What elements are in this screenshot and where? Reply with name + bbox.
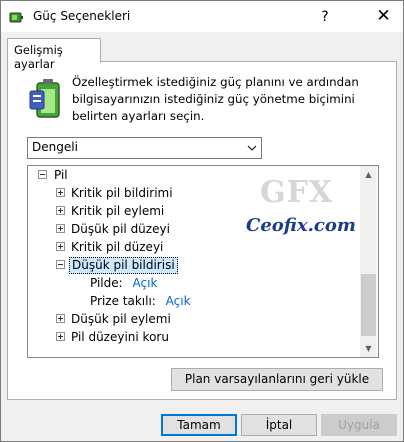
tree-item-label: Kritik pil bildirimi (71, 186, 173, 200)
expand-icon[interactable] (56, 224, 65, 233)
expand-icon[interactable] (56, 188, 65, 197)
battery-icon (29, 79, 60, 118)
title-bar: Güç Seçenekleri ? ✕ (1, 1, 403, 32)
scroll-thumb[interactable] (361, 274, 376, 336)
setting-label: Prize takılı: (90, 294, 156, 308)
tree-item-label: Pil düzeyini koru (71, 330, 169, 344)
description-text: Özelleştirmek istediğiniz güç planını ve… (72, 75, 359, 123)
close-button[interactable]: ✕ (364, 1, 403, 32)
help-button[interactable]: ? (315, 7, 335, 27)
tree-item-label: Düşük pil eylemi (71, 312, 171, 326)
power-plan-select[interactable]: Dengeli (27, 137, 262, 159)
watermark: GFX Ceofix.com (246, 175, 356, 247)
tree-item-label: Düşük pil düzeyi (71, 222, 170, 236)
chevron-down-icon (247, 145, 257, 151)
power-options-window: Güç Seçenekleri ? ✕ Gelişmiş ayarlar Öze… (0, 0, 404, 442)
tree-item-label: Kritik pil düzeyi (71, 240, 164, 254)
tab-advanced-settings[interactable]: Gelişmiş ayarlar (7, 38, 101, 71)
tree-item-label-selected: Düşük pil bildirisi (69, 257, 178, 274)
setting-on-battery: Pilde: Açık (90, 274, 157, 292)
tab-label: Gelişmiş ayarlar (14, 43, 63, 71)
tree-item-label: Pil (54, 168, 68, 182)
expand-icon[interactable] (56, 206, 65, 215)
cancel-button[interactable]: İptal (241, 414, 317, 436)
setting-value-link[interactable]: Açık (133, 276, 158, 290)
apply-button[interactable]: Uygula (321, 414, 397, 436)
window-title: Güç Seçenekleri (33, 9, 131, 23)
scroll-down-icon[interactable]: ▼ (360, 340, 377, 357)
expand-icon[interactable] (56, 242, 65, 251)
power-plan-value: Dengeli (32, 140, 78, 154)
setting-label: Pilde: (90, 276, 123, 290)
expand-icon[interactable] (56, 314, 65, 323)
watermark-site: Ceofix.com (246, 215, 356, 236)
watermark-logo: GFX (260, 175, 334, 210)
tree-item-label: Kritik pil eylemi (71, 204, 165, 218)
setting-value-link[interactable]: Açık (166, 294, 191, 308)
tree-scrollbar[interactable]: ▲ ▼ (360, 166, 377, 357)
ok-button[interactable]: Tamam (161, 414, 237, 436)
collapse-icon[interactable] (38, 170, 47, 179)
scroll-up-icon[interactable]: ▲ (360, 166, 377, 183)
expand-icon[interactable] (56, 332, 65, 341)
restore-plan-defaults-button[interactable]: Plan varsayılanlarını geri yükle (171, 368, 383, 391)
collapse-icon[interactable] (56, 260, 65, 269)
battery-settings-icon (9, 12, 23, 23)
setting-plugged-in: Prize takılı: Açık (90, 292, 191, 310)
